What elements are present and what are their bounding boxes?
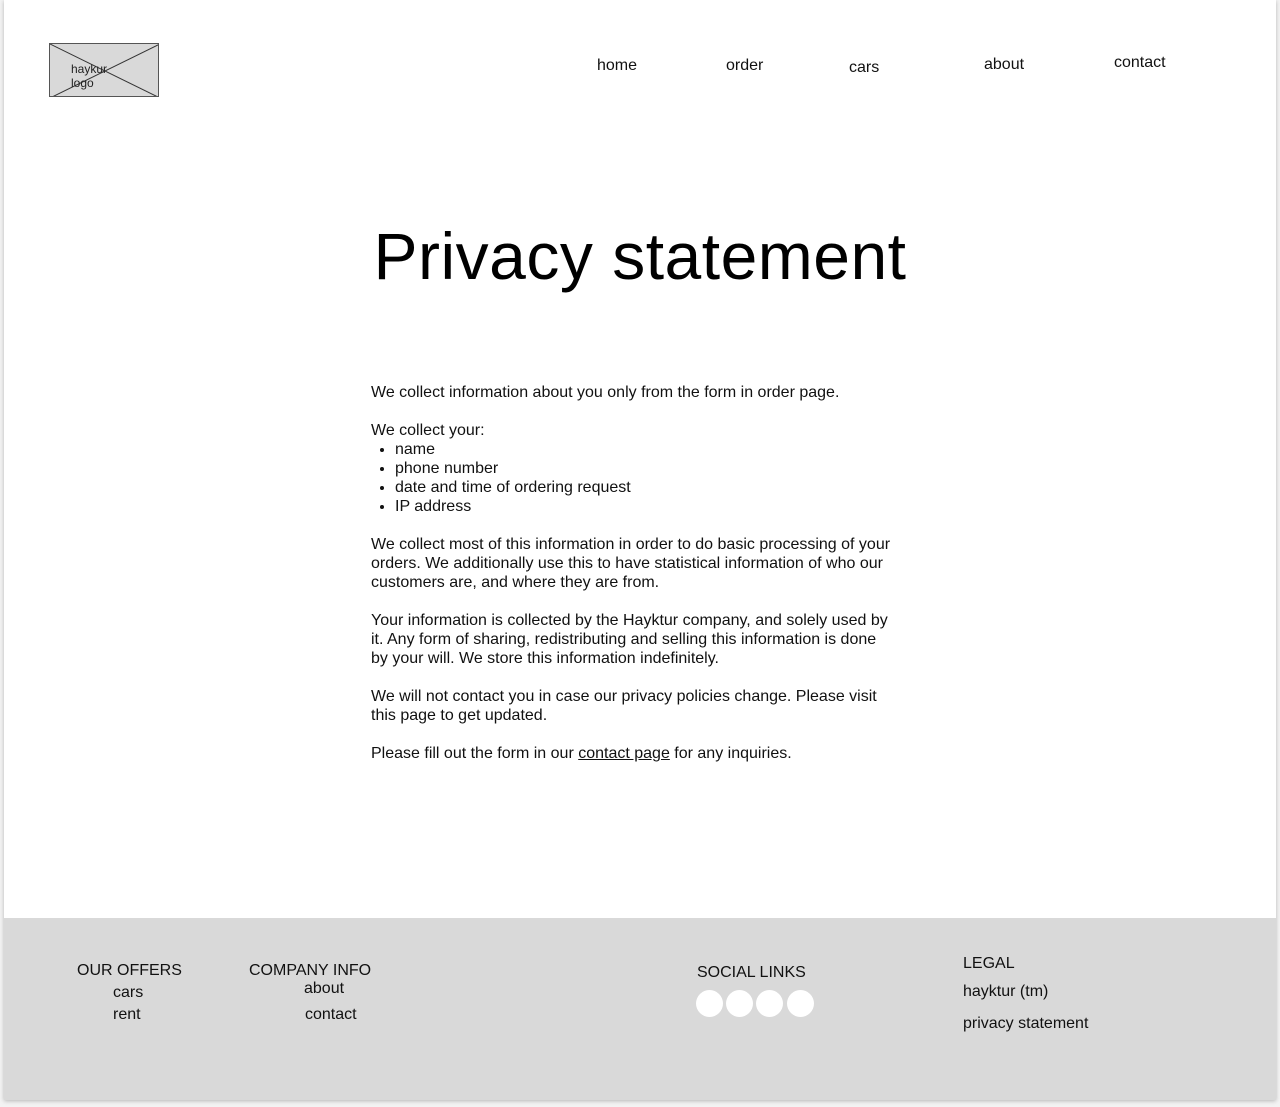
paragraph-purpose: We collect most of this information in o…: [371, 536, 891, 591]
collect-list-label: We collect your:: [371, 422, 485, 439]
contact-page-link[interactable]: contact page: [578, 745, 670, 762]
social-icon-4[interactable]: [787, 990, 814, 1017]
footer-link-contact[interactable]: contact: [305, 1006, 357, 1024]
footer-offers-heading: OUR OFFERS: [77, 962, 182, 979]
collected-data-list: name phone number date and time of order…: [371, 440, 891, 516]
page: haykur logo home order cars about contac…: [4, 0, 1276, 1100]
social-icon-3[interactable]: [756, 990, 783, 1017]
nav-home[interactable]: home: [597, 57, 637, 75]
privacy-content: We collect information about you only fr…: [371, 383, 891, 782]
footer-link-privacy-statement[interactable]: privacy statement: [963, 1015, 1088, 1033]
inquiries-text-before: Please fill out the form in our: [371, 745, 579, 762]
footer-legal-heading: LEGAL: [963, 955, 1015, 972]
paragraph-collection-source: We collect information about you only fr…: [371, 384, 840, 401]
logo-placeholder[interactable]: haykur logo: [49, 43, 159, 97]
footer-social-heading: SOCIAL LINKS: [697, 964, 806, 981]
nav-about[interactable]: about: [984, 56, 1024, 74]
social-icon-1[interactable]: [696, 990, 723, 1017]
social-icon-2[interactable]: [726, 990, 753, 1017]
footer-link-about[interactable]: about: [304, 980, 344, 998]
list-item: name: [395, 440, 891, 459]
nav-contact[interactable]: contact: [1114, 54, 1166, 72]
footer-company-heading: COMPANY INFO: [249, 962, 372, 979]
paragraph-ownership: Your information is collected by the Hay…: [371, 612, 888, 667]
footer: OUR OFFERS cars rent COMPANY INFO about …: [4, 918, 1276, 1100]
inquiries-text-after: for any inquiries.: [669, 745, 792, 762]
nav-order[interactable]: order: [726, 57, 763, 75]
paragraph-updates: We will not contact you in case our priv…: [371, 688, 877, 724]
nav-cars[interactable]: cars: [849, 59, 879, 77]
list-item: phone number: [395, 459, 891, 478]
footer-link-trademark[interactable]: hayktur (tm): [963, 983, 1048, 1001]
logo-text: haykur logo: [71, 62, 108, 90]
footer-link-rent[interactable]: rent: [113, 1006, 141, 1024]
list-item: IP address: [395, 497, 891, 516]
footer-link-cars[interactable]: cars: [113, 984, 143, 1002]
page-title: Privacy statement: [373, 219, 907, 293]
paragraph-inquiries: Please fill out the form in our contact …: [371, 744, 891, 763]
list-item: date and time of ordering request: [395, 478, 891, 497]
